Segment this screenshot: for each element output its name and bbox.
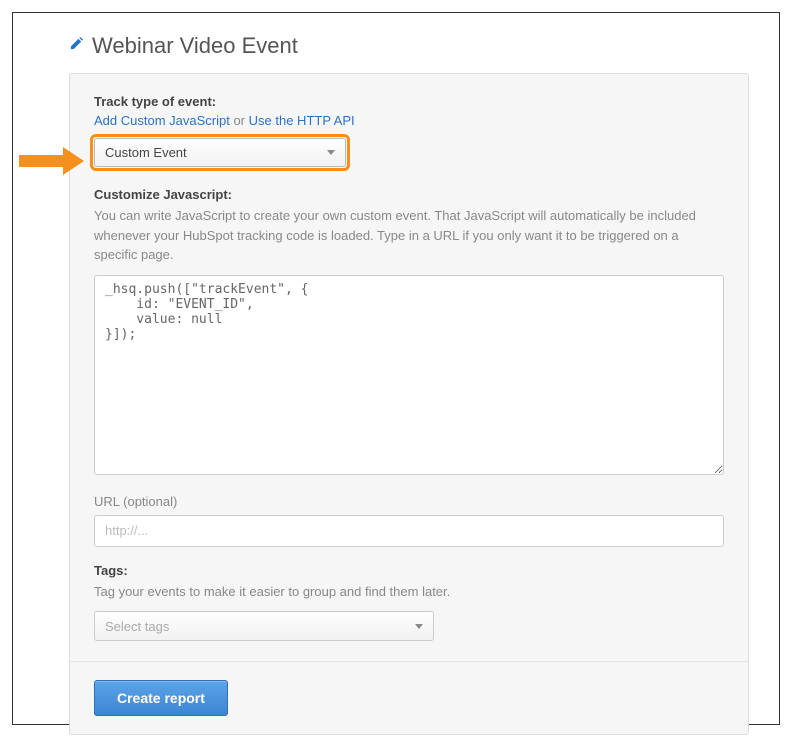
tags-label: Tags: <box>94 563 724 578</box>
chevron-down-icon <box>415 624 423 629</box>
chevron-down-icon <box>327 150 335 155</box>
use-http-api-link[interactable]: Use the HTTP API <box>249 113 355 128</box>
link-separator: or <box>230 113 249 128</box>
tags-help: Tag your events to make it easier to gro… <box>94 582 724 602</box>
event-type-selected: Custom Event <box>105 145 187 160</box>
panel-footer: Create report <box>70 661 748 734</box>
tags-dropdown[interactable]: Select tags <box>94 611 434 641</box>
tags-placeholder: Select tags <box>105 619 169 634</box>
event-type-dropdown-wrap: Custom Event <box>94 138 346 167</box>
create-report-button[interactable]: Create report <box>94 680 228 716</box>
page-header: Webinar Video Event <box>13 33 779 73</box>
customize-js-label: Customize Javascript: <box>94 187 724 202</box>
form-panel: Track type of event: Add Custom JavaScri… <box>69 73 749 735</box>
page-frame: Webinar Video Event Track type of event:… <box>12 12 780 725</box>
customize-js-help: You can write JavaScript to create your … <box>94 206 724 265</box>
url-label: URL (optional) <box>94 494 724 509</box>
track-type-label: Track type of event: <box>94 94 724 109</box>
url-input[interactable] <box>94 515 724 547</box>
edit-icon[interactable] <box>69 36 84 56</box>
page-title: Webinar Video Event <box>92 33 298 59</box>
event-type-dropdown[interactable]: Custom Event <box>94 138 346 167</box>
track-type-links: Add Custom JavaScript or Use the HTTP AP… <box>94 113 724 128</box>
javascript-code-input[interactable] <box>94 275 724 475</box>
add-custom-js-link[interactable]: Add Custom JavaScript <box>94 113 230 128</box>
